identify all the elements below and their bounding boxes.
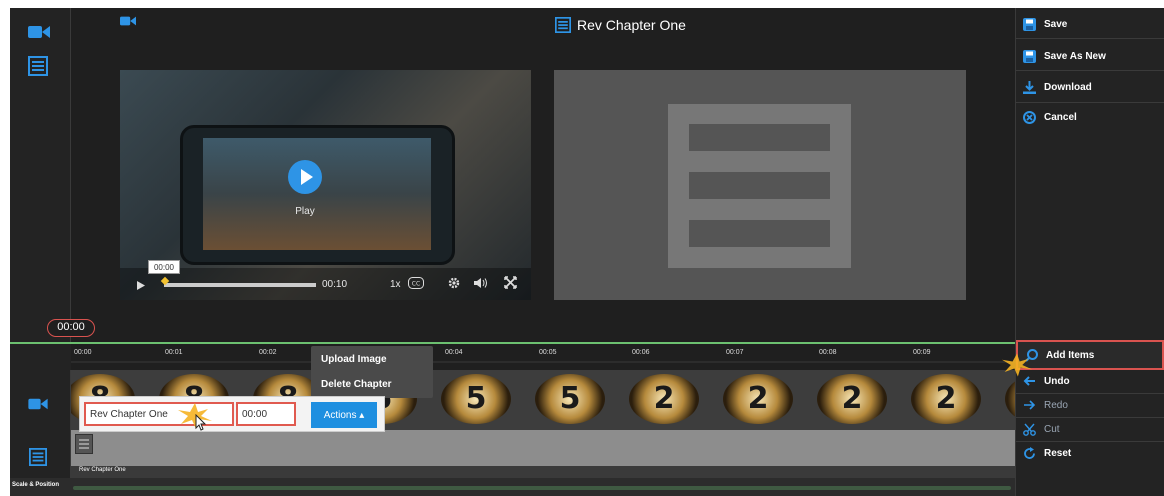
reset-icon [1022,446,1036,460]
chapter-track-icon [29,448,47,466]
upload-image-item[interactable]: Upload Image [321,354,387,365]
timeline-tick-label: 00:00 [74,349,92,356]
scale-position-label: Scale & Position [12,482,60,488]
video-frame-thumbnail: 5 [535,374,605,424]
timeline-ruler[interactable]: 00:00 00:01 00:02 00:04 00:05 00:06 00:07 00:08… [71,342,1015,370]
save-as-new-icon [1022,49,1036,63]
time-tooltip: 00:00 [148,260,180,274]
video-player[interactable]: Play 00:00 00:10 1x CC [120,70,531,300]
chapter-label: Rev Chapter One [79,467,126,473]
scale-position-row[interactable]: Scale & Position [10,478,1015,496]
video-frame-thumbnail: 2 [817,374,887,424]
cut-label: Cut [1044,423,1060,435]
video-thumbnail [180,125,455,265]
redo-button[interactable]: Redo [1022,395,1068,415]
timeline-tick-label: 00:09 [913,349,931,356]
timeline-tick-label: 00:01 [165,349,183,356]
countdown-digit: 2 [1005,381,1015,416]
reset-label: Reset [1044,447,1072,459]
cut-button[interactable]: Cut [1022,419,1060,439]
countdown-digit: 2 [841,381,863,416]
progress-bar[interactable] [164,283,316,287]
video-frame-thumbnail: 2 [723,374,793,424]
download-label: Download [1044,81,1092,93]
chapter-time-input[interactable] [236,402,296,426]
right-action-panel: Save Save As New Download Cancel Add Ite… [1002,8,1164,496]
timeline-tick-label: 00:06 [632,349,650,356]
cancel-label: Cancel [1044,111,1077,123]
playhead-time: 00:00 [47,319,95,337]
cancel-icon [1022,110,1036,124]
video-frame-thumbnail: 2 [911,374,981,424]
page-title: Rev Chapter One [577,17,686,33]
small-play-icon[interactable] [137,281,145,290]
svg-text:CC: CC [412,281,420,288]
timeline-tick-label: 00:08 [819,349,837,356]
save-label: Save [1044,18,1068,30]
left-icon-rail [10,8,71,496]
save-button[interactable]: Save [1022,14,1067,34]
timeline-tick-label: 00:02 [259,349,277,356]
video-track-icon [28,397,48,411]
timeline-tick-label: 00:04 [445,349,463,356]
reset-button[interactable]: Reset [1022,443,1071,463]
delete-chapter-item[interactable]: Delete Chapter [321,379,392,390]
redo-icon [1022,398,1036,412]
scissors-icon [1022,422,1036,436]
chapter-actions-menu: Upload Image Delete Chapter [311,346,433,398]
placeholder-image-icon [668,104,851,268]
add-items-label: Add Items [1046,349,1095,361]
countdown-digit: 5 [465,381,487,416]
video-frame-thumbnail: 5 [441,374,511,424]
play-label: Play [295,206,315,217]
chapter-image-preview [554,70,966,300]
save-as-new-label: Save As New [1044,50,1106,62]
save-as-new-button[interactable]: Save As New [1022,46,1106,66]
ruler-spacer [10,342,71,370]
title-list-icon [555,17,571,33]
fullscreen-icon[interactable] [504,276,517,289]
volume-icon[interactable] [474,277,488,289]
redo-label: Redo [1044,399,1068,411]
timeline-tick-label: 00:07 [726,349,744,356]
download-icon [1022,80,1036,94]
countdown-digit: 2 [935,381,957,416]
video-frame-thumbnail: 2 [629,374,699,424]
chapter-marker[interactable] [75,434,93,454]
project-title: Rev Chapter One [555,15,686,35]
chapter-track[interactable] [71,430,1015,466]
chapter-label-row: Rev Chapter One [71,466,1015,478]
cursor-pointer-icon [194,414,208,432]
actions-button[interactable]: Actions ▴ [311,402,377,428]
chapter-list-icon[interactable] [28,56,48,76]
duration-label: 00:10 [322,279,348,290]
cancel-button[interactable]: Cancel [1022,107,1077,127]
save-icon [1022,17,1036,31]
settings-gear-icon[interactable] [448,277,460,289]
undo-button[interactable]: Undo [1022,371,1070,391]
video-frame-thumbnail: 2 [1005,374,1015,424]
countdown-digit: 2 [653,381,675,416]
play-button[interactable] [288,160,322,194]
scale-slider[interactable] [73,486,1011,490]
closed-captions-icon[interactable]: CC [408,277,424,289]
countdown-digit: 2 [747,381,769,416]
timeline-tick-label: 00:05 [539,349,557,356]
video-mode-icon[interactable] [120,15,136,27]
add-items-button[interactable]: Add Items [1024,345,1094,365]
undo-icon [1022,374,1036,388]
countdown-digit: 5 [559,381,581,416]
video-camera-icon[interactable] [28,24,50,40]
undo-label: Undo [1044,375,1070,387]
speed-button[interactable]: 1x [390,279,401,290]
download-button[interactable]: Download [1022,77,1092,97]
